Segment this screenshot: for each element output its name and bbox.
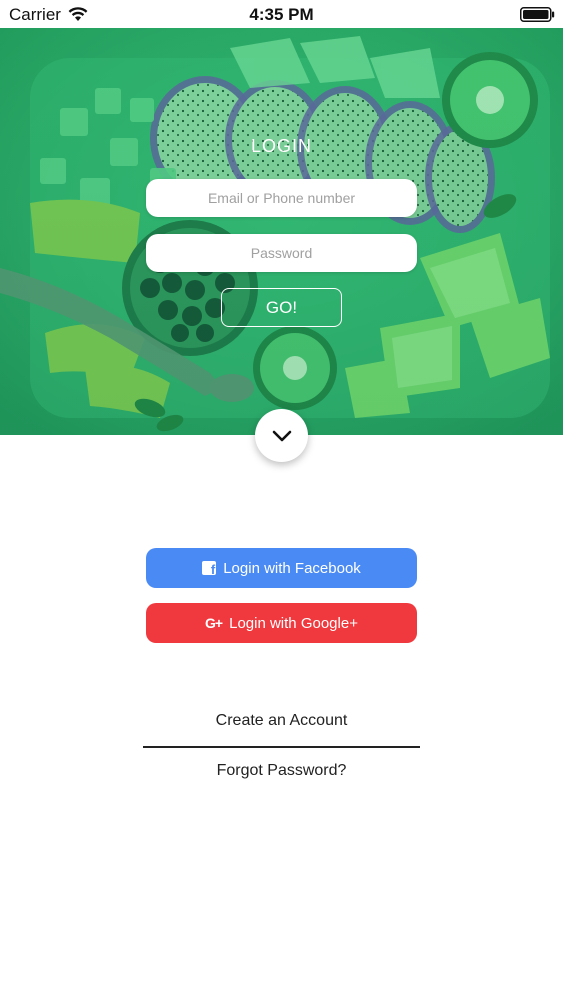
- chevron-down-icon: [272, 430, 291, 441]
- login-title: LOGIN: [250, 136, 312, 156]
- facebook-icon: f: [202, 561, 217, 577]
- forgot-password-link[interactable]: Forgot Password?: [0, 762, 563, 780]
- login-google-button[interactable]: G+ Login with Google+: [146, 603, 417, 643]
- google-button-label: Login with Google+: [229, 614, 358, 632]
- divider: [143, 746, 420, 748]
- expand-chevron-button[interactable]: [255, 409, 308, 462]
- facebook-button-label: Login with Facebook: [223, 559, 361, 577]
- google-plus-icon: G+: [205, 615, 223, 631]
- clock: 4:35 PM: [249, 5, 314, 24]
- create-account-link[interactable]: Create an Account: [0, 712, 563, 730]
- hero-tint-overlay: [0, 28, 563, 435]
- password-input[interactable]: [146, 234, 417, 272]
- hero-banner: LOGIN GO!: [0, 28, 563, 435]
- go-button-label: GO!: [265, 297, 298, 317]
- go-button[interactable]: GO!: [221, 288, 342, 327]
- email-phone-input[interactable]: [146, 179, 417, 217]
- status-bar: Carrier 4:35 PM: [0, 0, 563, 28]
- battery-icon: [520, 7, 555, 22]
- login-facebook-button[interactable]: f Login with Facebook: [146, 548, 417, 588]
